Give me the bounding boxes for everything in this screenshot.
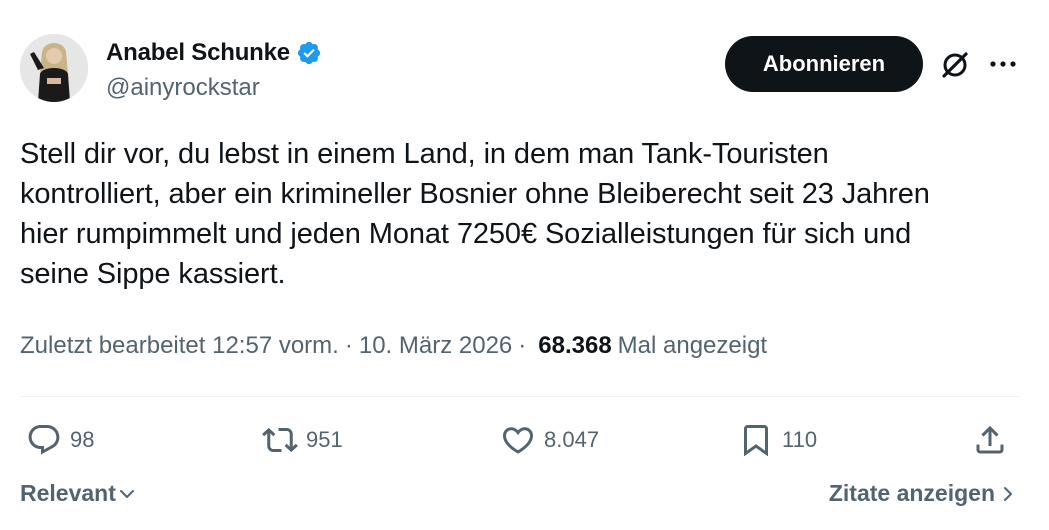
heart-icon — [502, 427, 534, 454]
tweet-meta: Zuletzt bearbeitet 12:57 vorm. · 10. Mär… — [20, 332, 767, 360]
sort-label: Relevant — [20, 480, 116, 506]
avatar[interactable] — [20, 34, 88, 102]
bookmark-button[interactable]: 110 — [738, 420, 817, 460]
quotes-label: Zitate anzeigen — [828, 480, 995, 506]
repost-count: 951 — [306, 427, 343, 452]
like-count: 8.047 — [544, 427, 600, 452]
grok-icon[interactable] — [938, 48, 972, 82]
author-display-name[interactable]: Anabel Schunke — [106, 39, 290, 67]
verified-badge-icon — [296, 40, 322, 66]
share-icon — [976, 425, 1004, 454]
bookmark-count: 110 — [782, 427, 818, 452]
meta-separator: · — [344, 332, 353, 359]
avatar-image — [20, 34, 88, 102]
meta-separator: · — [518, 332, 527, 359]
share-button[interactable] — [972, 420, 1008, 460]
views-label: Mal angezeigt — [617, 332, 768, 359]
chevron-down-icon — [119, 489, 134, 498]
repost-icon — [262, 427, 298, 453]
divider — [20, 396, 1020, 397]
views-count: 68.368 — [538, 332, 612, 359]
tweet-date[interactable]: 10. März 2026 — [359, 332, 512, 360]
edited-timestamp[interactable]: Zuletzt bearbeitet 12:57 vorm. — [20, 332, 339, 360]
bookmark-icon — [744, 425, 768, 457]
sort-replies-dropdown[interactable]: Relevant — [20, 480, 136, 507]
reply-count: 98 — [70, 427, 95, 452]
chevron-right-icon — [1004, 486, 1012, 501]
reply-icon — [28, 425, 60, 455]
follow-button[interactable]: Abonnieren — [725, 36, 923, 92]
tweet: Anabel Schunke @ainyrockstar Abonnieren … — [0, 0, 1049, 530]
author-name-row: Anabel Schunke — [106, 38, 322, 68]
tweet-text: Stell dir vor, du lebst in einem Land, i… — [20, 138, 930, 290]
more-options-icon[interactable] — [988, 52, 1018, 76]
reply-button[interactable]: 98 — [26, 420, 94, 460]
view-quotes-link[interactable]: Zitate anzeigen — [829, 480, 1015, 507]
repost-button[interactable]: 951 — [262, 420, 343, 460]
like-button[interactable]: 8.047 — [500, 420, 599, 460]
author-handle[interactable]: @ainyrockstar — [106, 74, 260, 102]
